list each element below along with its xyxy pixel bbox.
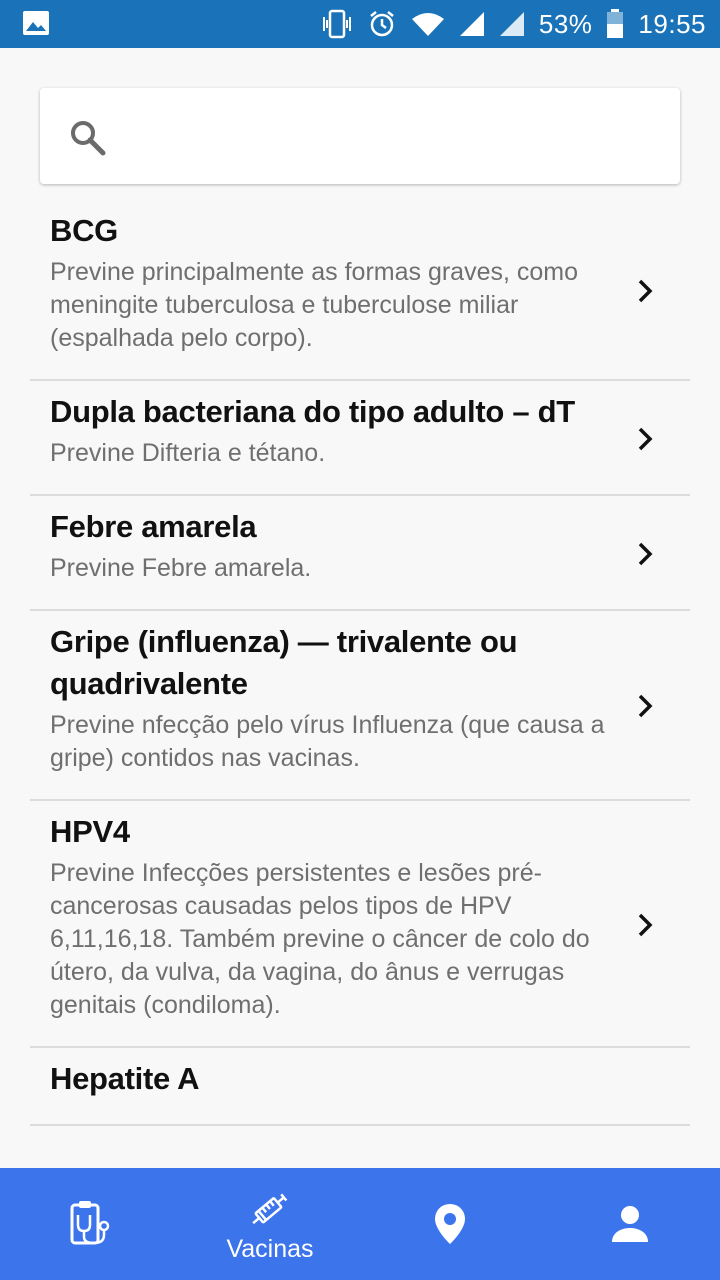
nav-item-mapa[interactable] <box>360 1168 540 1280</box>
item-description: Previne Infecções persistentes e lesões … <box>50 859 590 1019</box>
signal-icon-2 <box>499 11 525 37</box>
list-item[interactable]: HPV4 Previne Infecções persistentes e le… <box>30 801 690 1048</box>
signal-icon <box>459 11 485 37</box>
item-description: Previne principalmente as formas graves,… <box>50 258 579 352</box>
vibrate-icon <box>321 9 353 39</box>
clipboard-stethoscope-icon <box>70 1201 110 1245</box>
battery-percent: 53% <box>538 8 593 39</box>
item-description: Previne Difteria e tétano. <box>50 439 326 467</box>
nav-item-consultas[interactable] <box>0 1168 180 1280</box>
list-item[interactable]: BCG Previne principalmente as formas gra… <box>30 200 690 381</box>
item-title: Dupla bacteriana do tipo adulto – dT <box>50 394 575 429</box>
list-item[interactable]: Gripe (influenza) — trivalente ou quadri… <box>30 611 690 801</box>
list-item[interactable]: Febre amarela Previne Febre amarela. <box>30 496 690 611</box>
item-title: BCG <box>50 213 118 248</box>
chevron-right-icon <box>638 694 653 718</box>
item-description: Previne Febre amarela. <box>50 554 312 582</box>
battery-icon <box>606 9 624 39</box>
search-box[interactable] <box>40 88 680 184</box>
item-title: Gripe (influenza) — trivalente ou quadri… <box>50 624 518 701</box>
search-icon <box>71 121 106 156</box>
vaccine-list: BCG Previne principalmente as formas gra… <box>30 200 690 1168</box>
chevron-right-icon <box>638 427 653 450</box>
nav-label-vacinas: Vacinas <box>226 1234 314 1263</box>
alarm-icon <box>367 9 397 39</box>
syringe-icon <box>252 1193 288 1224</box>
status-bar: 53% 19:55 <box>0 0 720 48</box>
person-icon <box>612 1206 648 1242</box>
chevron-right-icon <box>638 913 653 936</box>
list-item[interactable]: Hepatite A <box>30 1048 690 1126</box>
bottom-navigation: Vacinas <box>0 1168 720 1280</box>
gallery-notification-icon <box>22 10 50 41</box>
clock: 19:55 <box>638 8 706 39</box>
wifi-icon <box>411 11 445 37</box>
nav-item-perfil[interactable] <box>540 1168 720 1280</box>
item-description: Previne nfecção pelo vírus Influenza (qu… <box>50 711 605 772</box>
list-item[interactable]: Dupla bacteriana do tipo adulto – dT Pre… <box>30 381 690 496</box>
chevron-right-icon <box>638 542 653 565</box>
item-title: HPV4 <box>50 814 130 849</box>
chevron-right-icon <box>638 279 653 302</box>
item-title: Febre amarela <box>50 509 257 544</box>
nav-item-vacinas[interactable]: Vacinas <box>180 1168 360 1280</box>
location-pin-icon <box>435 1204 465 1244</box>
search-input[interactable] <box>124 112 658 162</box>
item-title: Hepatite A <box>50 1061 200 1096</box>
